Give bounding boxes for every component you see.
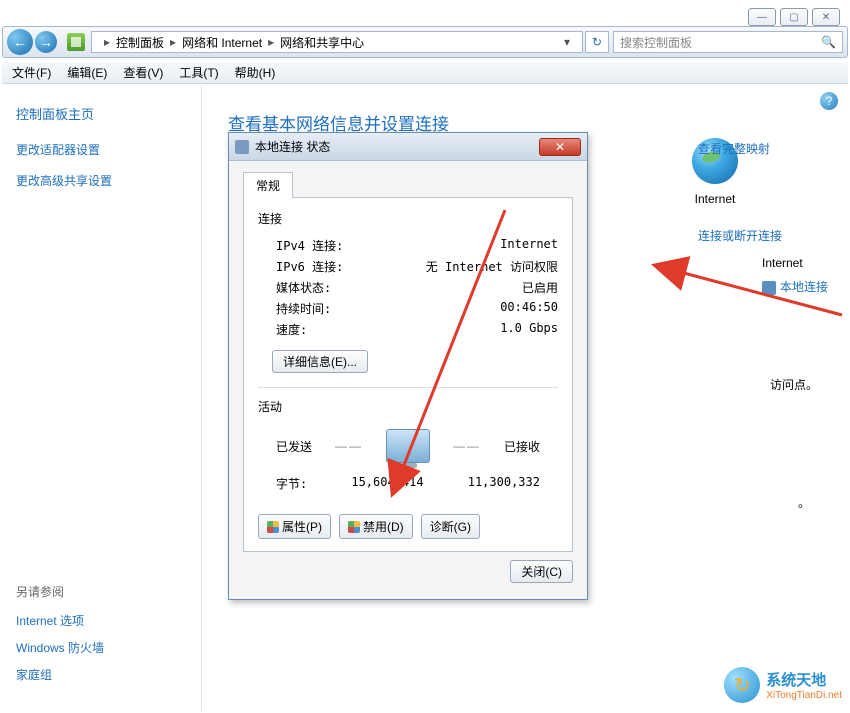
control-panel-icon (67, 33, 85, 51)
menu-view[interactable]: 查看(V) (123, 64, 163, 81)
back-button[interactable]: ← (7, 29, 33, 55)
dialog-titlebar[interactable]: 本地连接 状态 ✕ (229, 133, 587, 161)
search-icon: 🔍 (821, 35, 836, 49)
partial-text: 访问点。 (770, 376, 818, 393)
search-placeholder: 搜索控制面板 (620, 34, 692, 51)
menu-tools[interactable]: 工具(T) (179, 64, 218, 81)
menubar: 文件(F) 编辑(E) 查看(V) 工具(T) 帮助(H) (2, 62, 848, 84)
bytes-label: 字节: (276, 475, 307, 492)
watermark-globe-icon (724, 667, 760, 703)
network-icon (235, 140, 249, 154)
bytes-received-value: 11,300,332 (468, 475, 540, 492)
forward-button[interactable]: → (35, 31, 57, 53)
received-label: 已接收 (504, 438, 540, 455)
ipv6-label: IPv6 连接: (276, 258, 343, 275)
disable-button[interactable]: 禁用(D) (339, 514, 413, 539)
chevron-right-icon: ▸ (268, 35, 274, 49)
help-icon[interactable]: ? (820, 92, 838, 110)
see-also-heading: 另请参阅 (16, 583, 104, 600)
menu-help[interactable]: 帮助(H) (235, 64, 276, 81)
sidebar-adapter-settings-link[interactable]: 更改适配器设置 (16, 141, 187, 158)
minimize-button[interactable]: — (748, 8, 776, 26)
dialog-title: 本地连接 状态 (255, 138, 330, 155)
bytes-sent-value: 15,604,414 (351, 475, 423, 492)
connect-disconnect-link[interactable]: 连接或断开连接 (698, 227, 848, 244)
breadcrumb-item[interactable]: 控制面板 (116, 34, 164, 51)
connection-section-label: 连接 (258, 210, 558, 227)
duration-label: 持续时间: (276, 300, 331, 317)
close-button[interactable]: 关闭(C) (510, 560, 573, 583)
search-input[interactable]: 搜索控制面板 🔍 (613, 31, 843, 53)
ipv4-value: Internet (500, 237, 558, 254)
menu-edit[interactable]: 编辑(E) (67, 64, 107, 81)
homegroup-link[interactable]: 家庭组 (16, 666, 104, 683)
details-button[interactable]: 详细信息(E)... (272, 350, 368, 373)
partial-text: 。 (798, 494, 810, 511)
menu-file[interactable]: 文件(F) (12, 64, 51, 81)
network-icon (762, 281, 776, 295)
diagnose-button[interactable]: 诊断(G) (421, 514, 480, 539)
access-type-value: Internet (762, 256, 828, 270)
view-full-map-link[interactable]: 查看完整映射 (698, 140, 848, 157)
tab-general[interactable]: 常规 (243, 172, 293, 198)
sidebar-home-link[interactable]: 控制面板主页 (16, 104, 187, 123)
duration-value: 00:46:50 (500, 300, 558, 317)
refresh-button[interactable]: ↻ (585, 31, 609, 53)
breadcrumb[interactable]: ▸ 控制面板 ▸ 网络和 Internet ▸ 网络和共享中心 ▾ (91, 31, 583, 53)
watermark: 系统天地 XiTongTianDi.net (724, 667, 842, 703)
chevron-right-icon: ▸ (170, 35, 176, 49)
properties-button[interactable]: 属性(P) (258, 514, 331, 539)
window-close-button[interactable]: ✕ (812, 8, 840, 26)
sent-label: 已发送 (276, 438, 312, 455)
chevron-down-icon[interactable]: ▾ (558, 35, 576, 49)
dash-icon: —— (442, 439, 492, 453)
dialog-close-button[interactable]: ✕ (539, 138, 581, 156)
left-sidebar: 控制面板主页 更改适配器设置 更改高级共享设置 另请参阅 Internet 选项… (2, 86, 202, 711)
ipv6-value: 无 Internet 访问权限 (426, 258, 558, 275)
monitor-icon (386, 429, 430, 463)
navigation-toolbar: ← → ▸ 控制面板 ▸ 网络和 Internet ▸ 网络和共享中心 ▾ ↻ … (2, 26, 848, 58)
ipv4-label: IPv4 连接: (276, 237, 343, 254)
internet-options-link[interactable]: Internet 选项 (16, 612, 104, 629)
media-state-label: 媒体状态: (276, 279, 331, 296)
maximize-button[interactable]: ▢ (780, 8, 808, 26)
shield-icon (348, 521, 360, 533)
chevron-right-icon: ▸ (104, 35, 110, 49)
sidebar-sharing-settings-link[interactable]: 更改高级共享设置 (16, 172, 187, 189)
breadcrumb-item[interactable]: 网络和 Internet (182, 34, 262, 51)
local-connection-link[interactable]: 本地连接 (780, 280, 828, 294)
watermark-url: XiTongTianDi.net (766, 690, 842, 701)
speed-value: 1.0 Gbps (500, 321, 558, 338)
activity-section-label: 活动 (258, 398, 558, 415)
windows-firewall-link[interactable]: Windows 防火墙 (16, 639, 104, 656)
media-state-value: 已启用 (522, 279, 558, 296)
connection-status-dialog: 本地连接 状态 ✕ 常规 连接 IPv4 连接: Internet IPv6 连接… (228, 132, 588, 600)
arrow-left-icon: ← (13, 34, 27, 50)
dash-icon: —— (324, 439, 374, 453)
speed-label: 速度: (276, 321, 307, 338)
arrow-right-icon: → (39, 34, 53, 50)
shield-icon (267, 521, 279, 533)
watermark-title: 系统天地 (766, 669, 842, 690)
breadcrumb-item[interactable]: 网络和共享中心 (280, 34, 364, 51)
